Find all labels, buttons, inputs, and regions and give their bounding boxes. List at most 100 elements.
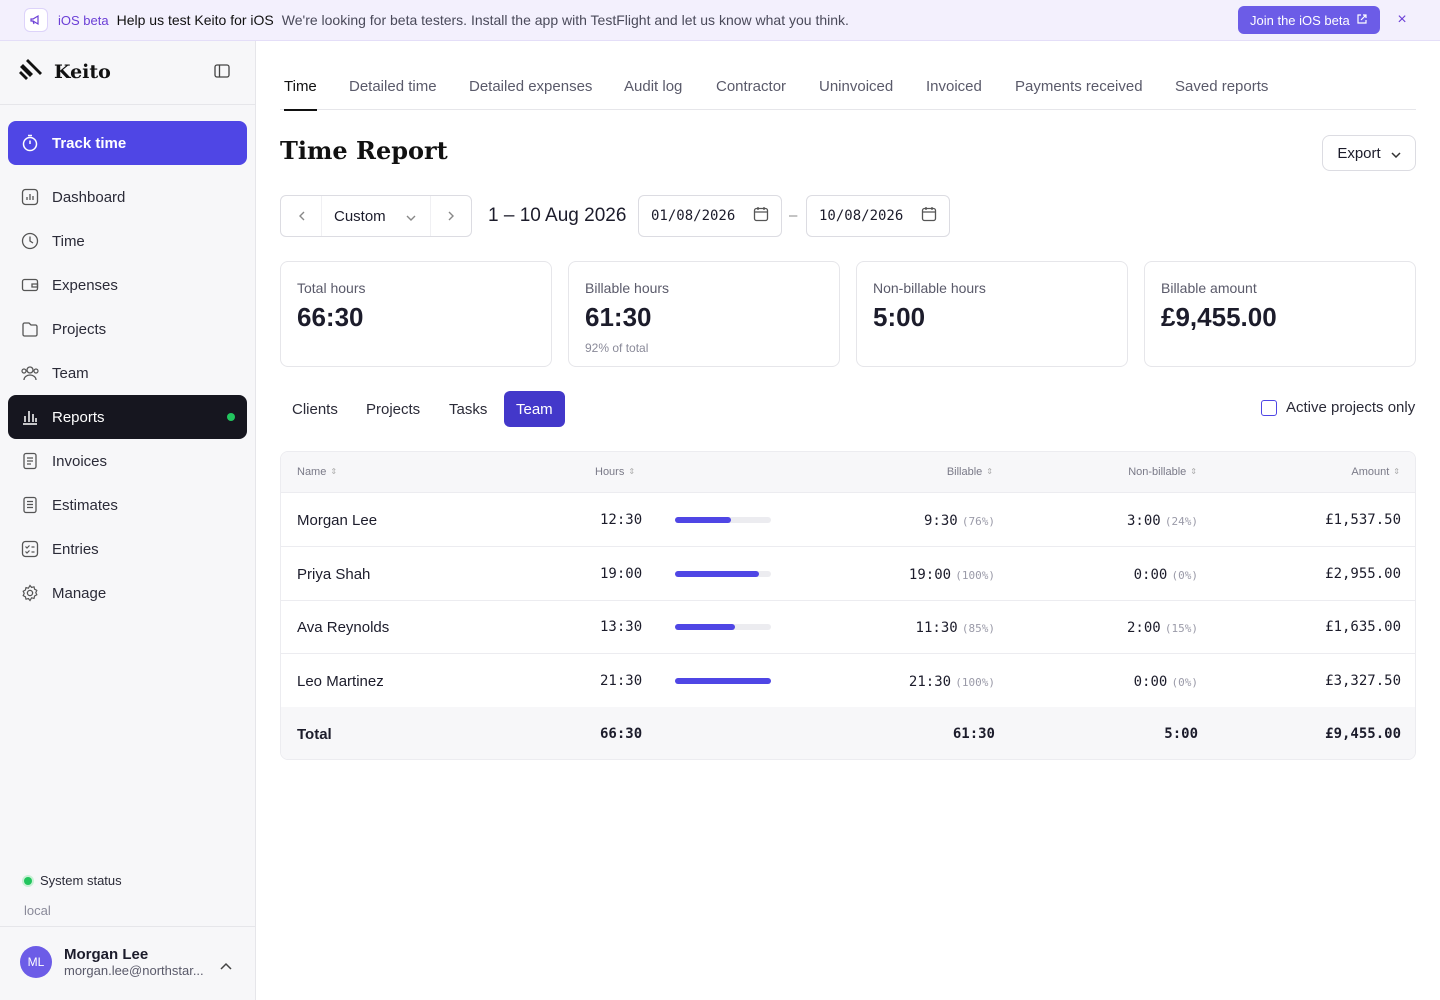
user-menu[interactable]: ML Morgan Lee morgan.lee@northstar... (20, 946, 206, 978)
chevron-up-icon[interactable] (220, 957, 232, 973)
amount-value: £3,327.50 (1325, 673, 1401, 689)
sidebar-item-label: Time (52, 232, 85, 250)
table-row[interactable]: Ava Reynolds 13:30 11:30 (85%) 2:00 (15%… (281, 600, 1415, 654)
page-title: Time Report (280, 136, 448, 165)
nonbillable-value: 0:00 (1133, 674, 1168, 690)
sidebar-item-dashboard[interactable]: Dashboard (8, 175, 247, 219)
total-amount: £9,455.00 (1325, 726, 1401, 742)
table-total-row: Total 66:30 61:30 5:00 £9,455.00 (281, 707, 1415, 759)
start-date-input[interactable]: 01/08/2026 (638, 195, 782, 237)
hours-bar-fill (675, 624, 736, 630)
billable-cell: 9:30 (76%) (924, 512, 995, 529)
billable-value: 21:30 (908, 674, 952, 690)
table-row[interactable]: Priya Shah 19:00 19:00 (100%) 0:00 (0%) … (281, 547, 1415, 601)
sidebar-item-entries[interactable]: Entries (8, 527, 247, 571)
sidebar-item-expenses[interactable]: Expenses (8, 263, 247, 307)
sidebar-item-invoices[interactable]: Invoices (8, 439, 247, 483)
brand[interactable]: Keito (18, 57, 111, 86)
stat-value: 5:00 (873, 302, 926, 332)
sidebar-item-track-time[interactable]: Track time (8, 121, 247, 165)
export-label: Export (1337, 144, 1381, 162)
system-status-label: System status (40, 873, 122, 888)
sidebar-item-projects[interactable]: Projects (8, 307, 247, 351)
chevron-left-icon[interactable] (281, 208, 321, 224)
header-label: Hours (595, 466, 625, 478)
stopwatch-icon (20, 133, 40, 153)
tab-payments-received[interactable]: Payments received (1015, 78, 1143, 109)
sidebar-item-label: Track time (52, 134, 127, 152)
tab-uninvoiced[interactable]: Uninvoiced (819, 78, 893, 109)
active-projects-checkbox[interactable] (1261, 399, 1277, 416)
stat-sub: 92% of total (585, 341, 649, 355)
sidebar-toggle-icon[interactable] (214, 64, 232, 80)
stat-value: 66:30 (297, 302, 364, 332)
megaphone-icon (24, 8, 48, 32)
column-header-amount[interactable]: Amount ⇕ (1351, 466, 1400, 478)
column-header-nonbillable[interactable]: Non-billable ⇕ (1128, 466, 1197, 478)
chevron-right-icon[interactable] (431, 208, 471, 224)
nonbillable-cell: 0:00 (0%) (1134, 566, 1198, 583)
header-label: Name (297, 466, 327, 478)
stat-card-billable-hours: Billable hours 61:30 92% of total (568, 261, 840, 367)
billable-pct: (100%) (955, 676, 995, 689)
period-dropdown[interactable]: Custom (321, 196, 431, 236)
environment-label: local (24, 903, 51, 918)
end-date-input[interactable]: 10/08/2026 (806, 195, 950, 237)
sidebar-item-label: Dashboard (52, 188, 126, 206)
nonbillable-cell: 2:00 (15%) (1127, 619, 1198, 636)
tab-saved-reports[interactable]: Saved reports (1175, 78, 1268, 109)
subtab-tasks[interactable]: Tasks (437, 391, 499, 427)
export-button[interactable]: Export (1322, 135, 1416, 171)
tab-contractor[interactable]: Contractor (716, 78, 786, 109)
banner-text: We're looking for beta testers. Install … (281, 12, 849, 28)
nonbillable-pct: (15%) (1164, 622, 1198, 635)
subtab-clients[interactable]: Clients (280, 391, 350, 427)
date-range-text: 1 – 10 Aug 2026 (488, 205, 627, 226)
system-status-link[interactable]: System status (24, 873, 122, 888)
nonbillable-cell: 0:00 (0%) (1134, 673, 1198, 690)
sidebar-item-estimates[interactable]: Estimates (8, 483, 247, 527)
billable-pct: (85%) (961, 622, 995, 635)
clock-icon (20, 231, 40, 251)
sort-icon: ⇕ (1190, 467, 1197, 476)
close-icon[interactable]: × (1394, 12, 1410, 28)
sidebar-item-label: Invoices (52, 452, 108, 470)
subtab-projects[interactable]: Projects (354, 391, 432, 427)
column-header-hours[interactable]: Hours ⇕ (595, 466, 635, 478)
external-link-icon (1356, 13, 1368, 28)
stat-label: Billable hours (585, 280, 670, 296)
tab-invoiced[interactable]: Invoiced (926, 78, 982, 109)
bar-chart-icon (20, 407, 40, 427)
hours-value: 13:30 (600, 619, 643, 635)
column-header-name[interactable]: Name ⇕ (297, 466, 337, 478)
hours-value: 21:30 (600, 673, 643, 689)
column-header-billable[interactable]: Billable ⇕ (947, 466, 993, 478)
billable-pct: (100%) (955, 569, 995, 582)
sidebar-item-team[interactable]: Team (8, 351, 247, 395)
tab-audit-log[interactable]: Audit log (624, 78, 682, 109)
subtab-team[interactable]: Team (504, 391, 565, 427)
hours-bar (675, 678, 771, 684)
stat-card-nonbillable-hours: Non-billable hours 5:00 (856, 261, 1128, 367)
calendar-icon[interactable] (753, 206, 769, 226)
tab-detailed-expenses[interactable]: Detailed expenses (469, 78, 592, 109)
sidebar-item-reports[interactable]: Reports (8, 395, 247, 439)
hours-value: 19:00 (600, 566, 643, 582)
stat-card-total-hours: Total hours 66:30 (280, 261, 552, 367)
users-icon (20, 363, 40, 383)
join-ios-beta-button[interactable]: Join the iOS beta (1238, 6, 1380, 34)
tab-time[interactable]: Time (284, 78, 317, 111)
sidebar-item-manage[interactable]: Manage (8, 571, 247, 615)
active-projects-toggle[interactable]: Active projects only (1261, 399, 1415, 416)
tab-detailed-time[interactable]: Detailed time (349, 78, 437, 109)
sidebar-divider (0, 104, 255, 105)
date-range-dash: – (789, 207, 798, 224)
sort-icon: ⇕ (986, 467, 993, 476)
sidebar-item-time[interactable]: Time (8, 219, 247, 263)
stat-value: 61:30 (585, 302, 652, 332)
total-billable: 61:30 (952, 726, 995, 742)
calendar-icon[interactable] (921, 206, 937, 226)
billable-value: 9:30 (923, 513, 958, 529)
table-row[interactable]: Leo Martinez 21:30 21:30 (100%) 0:00 (0%… (281, 654, 1415, 708)
table-row[interactable]: Morgan Lee 12:30 9:30 (76%) 3:00 (24%) £… (281, 493, 1415, 547)
